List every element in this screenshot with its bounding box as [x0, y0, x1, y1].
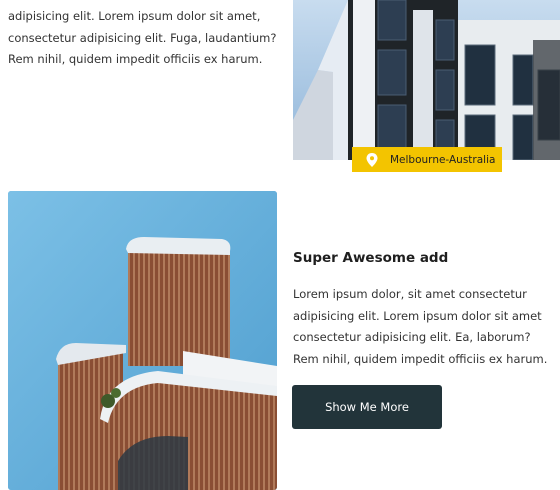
building-photo-top: [293, 0, 560, 160]
building-photo-feature: [8, 191, 277, 490]
top-listing-description: adipisicing elit. Lorem ipsum dolor sit …: [8, 9, 277, 66]
card-title: Super Awesome add: [293, 250, 449, 266]
show-more-button[interactable]: Show Me More: [292, 385, 442, 429]
card-description: Lorem ipsum dolor, sit amet consectetur …: [293, 287, 548, 366]
location-label: Melbourne-Australia: [390, 153, 496, 166]
map-pin-icon: [366, 152, 378, 167]
location-badge: Melbourne-Australia: [352, 147, 502, 172]
